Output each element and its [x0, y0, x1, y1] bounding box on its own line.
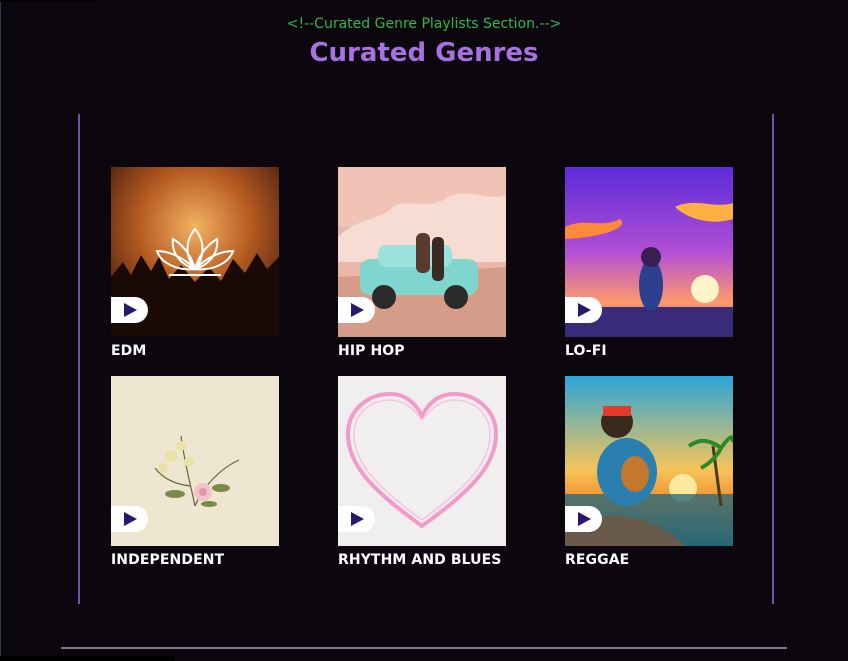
play-button[interactable] [338, 297, 375, 323]
play-icon [124, 512, 137, 526]
play-icon [578, 512, 591, 526]
play-button[interactable] [565, 506, 602, 532]
genre-card-reggae[interactable]: REGGAE [565, 376, 735, 568]
play-icon [351, 303, 364, 317]
album-cover-hip-hop[interactable] [338, 167, 506, 337]
genre-label: EDM [111, 343, 147, 359]
genre-card-hip-hop[interactable]: HIP HOP [338, 167, 508, 359]
section-comment: <!--Curated Genre Playlists Section.--> [286, 16, 562, 32]
top-edge [0, 0, 95, 2]
play-button[interactable] [565, 297, 602, 323]
play-button[interactable] [111, 297, 148, 323]
play-button[interactable] [111, 506, 148, 532]
genre-label: REGGAE [565, 552, 630, 568]
footer-divider [61, 647, 787, 649]
section-title: Curated Genres [309, 38, 539, 68]
genre-card-independent[interactable]: INDEPENDENT [111, 376, 281, 568]
genre-card-lo-fi[interactable]: LO-FI [565, 167, 735, 359]
play-icon [351, 512, 364, 526]
container-border-right [772, 114, 774, 604]
album-cover-reggae[interactable] [565, 376, 733, 546]
genre-label: INDEPENDENT [111, 552, 225, 568]
container-border-left [78, 114, 80, 604]
album-cover-independent[interactable] [111, 376, 279, 546]
play-icon [578, 303, 591, 317]
bottom-edge [0, 656, 175, 661]
genre-card-rhythm-and-blues[interactable]: RHYTHM AND BLUES [338, 376, 508, 568]
left-edge [0, 0, 1, 661]
genre-label: HIP HOP [338, 343, 405, 359]
play-button[interactable] [338, 506, 375, 532]
play-icon [124, 303, 137, 317]
genre-label: LO-FI [565, 343, 607, 359]
album-cover-edm[interactable] [111, 167, 279, 337]
album-cover-rhythm-and-blues[interactable] [338, 376, 506, 546]
genre-label: RHYTHM AND BLUES [338, 552, 502, 568]
album-cover-lo-fi[interactable] [565, 167, 733, 337]
genre-card-edm[interactable]: EDM [111, 167, 281, 359]
